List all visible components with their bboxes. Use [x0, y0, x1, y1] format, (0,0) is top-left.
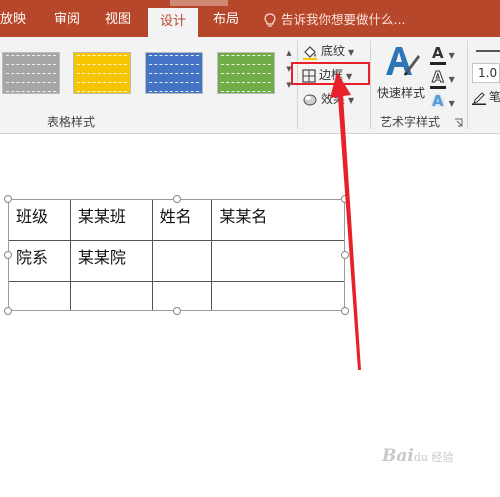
annotation-arrow [330, 72, 361, 370]
baidu-watermark: Baidu 经验 [382, 446, 454, 466]
